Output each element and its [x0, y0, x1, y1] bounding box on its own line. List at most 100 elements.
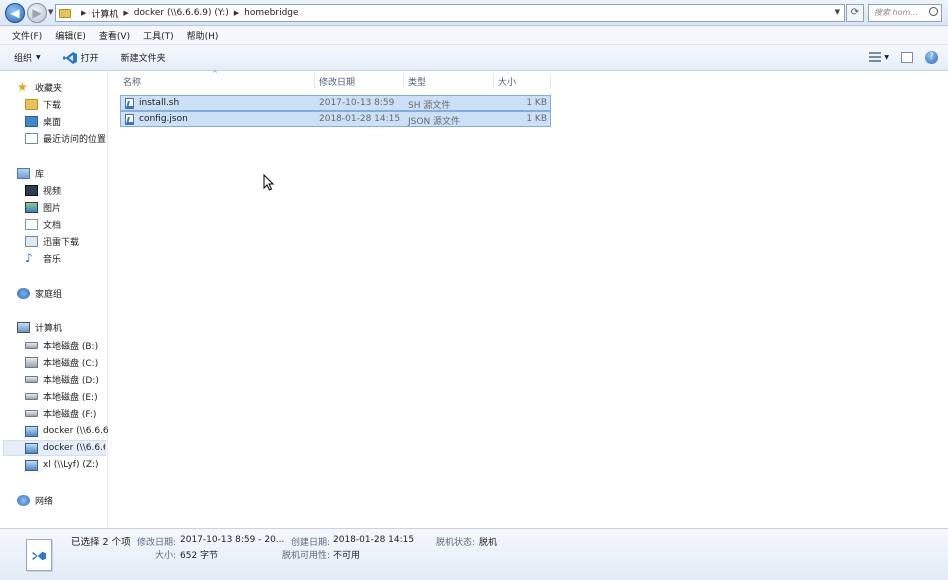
nav-network-drive-docker-1[interactable]: docker (\\6.6.6.	[25, 423, 112, 439]
recent-places-icon	[25, 132, 38, 144]
navigation-pane: ★ 收藏夹 下载 桌面 最近访问的位置 库 视频 图片 文档 迅雷下载 ♪ 音乐 家…	[0, 71, 112, 528]
json-file-icon	[125, 114, 134, 125]
vscode-file-icon	[26, 539, 52, 571]
network-icon	[17, 494, 30, 506]
homegroup-icon	[17, 287, 30, 299]
computer-icon	[17, 321, 30, 333]
file-type: SH 源文件	[408, 101, 451, 111]
nav-documents[interactable]: 文档	[25, 216, 61, 232]
command-bar: 组织 ▼ 打开 新建文件夹 ▼ ?	[0, 45, 948, 71]
local-disk-icon	[25, 341, 38, 349]
change-view-icon[interactable]	[869, 52, 882, 63]
nav-network-drive-docker-2[interactable]: docker (\\6.6.6.	[3, 440, 106, 456]
menu-view[interactable]: 查看(V)	[99, 29, 130, 42]
nav-drive-e[interactable]: 本地磁盘 (E:)	[25, 388, 98, 404]
chevron-right-icon[interactable]: ▶	[81, 9, 86, 17]
nav-label: 桌面	[43, 117, 62, 128]
file-date: 2018-01-28 14:15	[319, 114, 401, 124]
nav-label: 下载	[43, 100, 62, 111]
nav-network[interactable]: 网络	[17, 492, 53, 508]
nav-libraries[interactable]: 库	[17, 165, 44, 181]
arrow-left-icon: ◀	[10, 6, 20, 20]
search-input[interactable]: 搜索 hom...	[868, 4, 942, 22]
nav-drive-f[interactable]: 本地磁盘 (F:)	[25, 405, 96, 421]
local-disk-icon	[25, 392, 38, 400]
nav-drive-b[interactable]: 本地磁盘 (B:)	[25, 337, 98, 353]
nav-recent[interactable]: 最近访问的位置	[25, 130, 106, 146]
forward-button[interactable]: ▶	[27, 3, 47, 23]
file-row-install-sh[interactable]: install.sh 2017-10-13 8:59 SH 源文件 1 KB	[120, 95, 551, 111]
help-icon[interactable]: ?	[925, 51, 938, 64]
nav-drive-d[interactable]: 本地磁盘 (D:)	[25, 371, 99, 387]
nav-label: 计算机	[35, 323, 63, 334]
nav-music[interactable]: ♪ 音乐	[25, 250, 61, 266]
recent-pages-chevron-icon[interactable]: ▼	[48, 8, 53, 16]
column-header-name[interactable]: 名称	[123, 75, 141, 88]
nav-label: 本地磁盘 (E:)	[43, 392, 98, 403]
nav-label: 最近访问的位置	[43, 134, 107, 145]
breadcrumb-homebridge[interactable]: homebridge	[244, 8, 298, 18]
nav-downloads[interactable]: 下载	[25, 96, 61, 112]
column-divider[interactable]	[550, 73, 551, 89]
menu-help[interactable]: 帮助(H)	[187, 29, 219, 42]
desktop-icon	[25, 115, 38, 127]
organize-button[interactable]: 组织 ▼	[14, 51, 41, 64]
chevron-right-icon[interactable]: ▶	[123, 9, 128, 17]
view-dropdown-icon[interactable]: ▼	[884, 54, 889, 61]
downloads-folder-icon	[25, 98, 38, 110]
menu-edit[interactable]: 编辑(E)	[55, 29, 86, 42]
column-header-type[interactable]: 类型	[408, 75, 426, 88]
sort-ascending-icon: ^	[212, 70, 218, 78]
nav-favorites[interactable]: ★ 收藏夹	[17, 79, 62, 95]
nav-label: 本地磁盘 (F:)	[43, 409, 97, 420]
column-header-date[interactable]: 修改日期	[319, 75, 355, 88]
vscode-icon	[62, 51, 77, 64]
column-divider[interactable]	[314, 73, 315, 89]
download-folder-icon	[25, 235, 38, 247]
column-header-size[interactable]: 大小	[498, 75, 516, 88]
breadcrumb-computer[interactable]: 计算机	[91, 7, 118, 20]
nav-pictures[interactable]: 图片	[25, 199, 61, 215]
path-dropdown-icon[interactable]: ▼	[835, 8, 840, 16]
nav-drive-c[interactable]: 本地磁盘 (C:)	[25, 354, 98, 370]
nav-xunlei-downloads[interactable]: 迅雷下载	[25, 233, 79, 249]
folder-icon	[59, 8, 71, 18]
refresh-button[interactable]: ⟳	[846, 4, 864, 22]
file-list[interactable]: ^ 名称 修改日期 类型 大小 install.sh 2017-10-13 8:…	[109, 70, 948, 528]
chevron-right-icon[interactable]: ▶	[234, 9, 239, 17]
open-button[interactable]: 打开	[62, 51, 99, 64]
search-placeholder: 搜索 hom...	[874, 8, 918, 17]
created-label: 创建日期:	[291, 538, 331, 548]
modified-value: 2017-10-13 8:59 - 20...	[180, 535, 285, 545]
arrow-right-icon: ▶	[32, 6, 42, 20]
column-divider[interactable]	[403, 73, 404, 89]
nav-computer[interactable]: 计算机	[17, 319, 62, 335]
back-button[interactable]: ◀	[5, 3, 25, 23]
column-divider[interactable]	[493, 73, 494, 89]
video-icon	[25, 184, 38, 196]
selection-count: 已选择 2 个项	[71, 537, 131, 548]
details-pane: 已选择 2 个项 修改日期: 2017-10-13 8:59 - 20... 创…	[0, 528, 948, 580]
menu-file[interactable]: 文件(F)	[12, 29, 42, 42]
breadcrumb-docker-drive[interactable]: docker (\\6.6.6.9) (Y:)	[134, 8, 229, 18]
search-icon	[929, 7, 938, 16]
preview-pane-icon[interactable]	[901, 52, 913, 63]
network-drive-icon	[25, 425, 38, 437]
libraries-icon	[17, 167, 30, 179]
path-breadcrumb[interactable]: ▶ 计算机 ▶ docker (\\6.6.6.9) (Y:) ▶ homebr…	[55, 4, 845, 22]
system-disk-icon	[25, 356, 38, 368]
nav-label: 迅雷下载	[43, 237, 80, 248]
mouse-cursor-icon	[263, 174, 275, 191]
nav-network-drive-xl[interactable]: xl (\\Lyf) (Z:)	[25, 457, 99, 473]
new-folder-button[interactable]: 新建文件夹	[121, 51, 166, 64]
document-icon	[25, 218, 38, 230]
nav-label: 图片	[43, 203, 62, 214]
offline-status-label: 脱机状态:	[436, 538, 476, 548]
file-row-config-json[interactable]: config.json 2018-01-28 14:15 JSON 源文件 1 …	[120, 111, 551, 127]
nav-homegroup[interactable]: 家庭组	[17, 285, 62, 301]
nav-videos[interactable]: 视频	[25, 182, 61, 198]
menu-tools[interactable]: 工具(T)	[143, 29, 174, 42]
nav-desktop[interactable]: 桌面	[25, 113, 61, 129]
pictures-icon	[25, 201, 38, 213]
nav-label: 视频	[43, 186, 62, 197]
